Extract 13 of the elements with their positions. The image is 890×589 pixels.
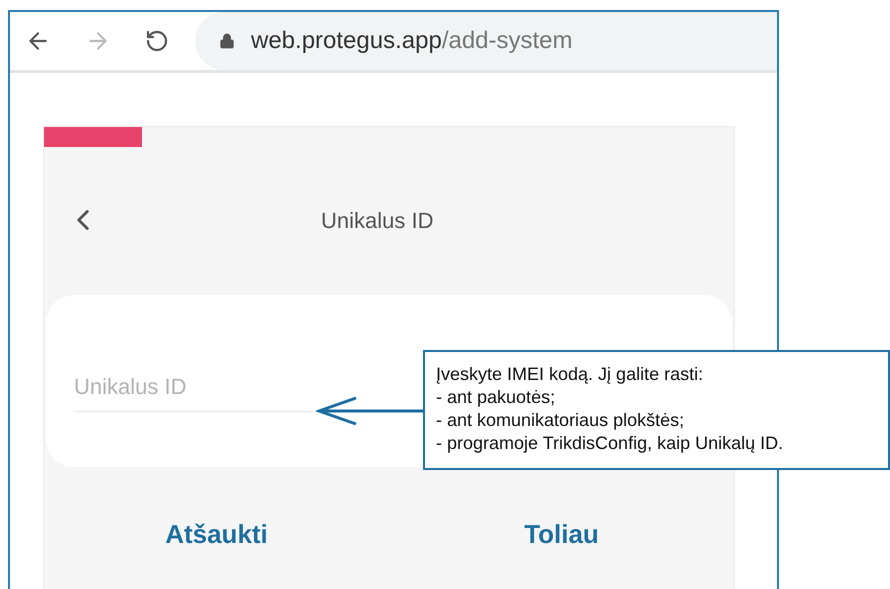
- reload-icon[interactable]: [145, 29, 169, 53]
- callout-text: Įveskyte IMEI kodą. Jį galite rasti:: [436, 363, 704, 386]
- callout-text: - ant pakuotės;: [436, 386, 556, 409]
- page-title: Unikalus ID: [321, 206, 434, 234]
- dialog-button[interactable]: Toliau: [516, 509, 607, 559]
- dialog-button[interactable]: Atšaukti: [157, 509, 276, 559]
- callout-text: - ant komunikatoriaus plokštės;: [436, 409, 686, 432]
- url-host: web.protegus.app: [251, 26, 442, 56]
- url-path: /add-system: [442, 26, 573, 56]
- address-bar[interactable]: web.protegus.app/add-system: [195, 12, 777, 70]
- callout-text: - programoje TrikdisConfig, kaip Unikalų ID.: [436, 432, 784, 455]
- id-input-field[interactable]: Unikalus ID: [74, 362, 421, 412]
- lock-icon: [219, 33, 235, 49]
